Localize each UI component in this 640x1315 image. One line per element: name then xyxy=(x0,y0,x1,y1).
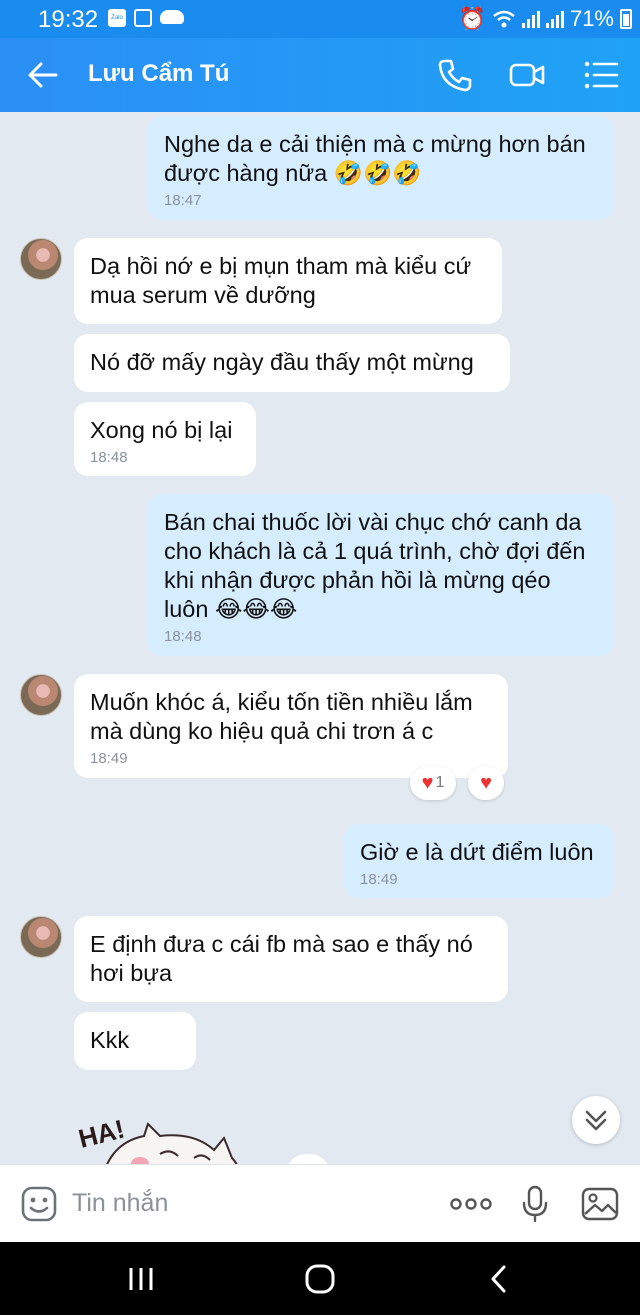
heart-icon: ♥ xyxy=(480,772,492,794)
contact-name[interactable]: Lưu Cẩm Tú xyxy=(88,60,229,88)
message-line: mua serum về dưỡng xyxy=(90,282,316,308)
cloud-icon xyxy=(160,10,184,24)
heart-icon: ♥ xyxy=(421,772,434,794)
message-time: 18:48 xyxy=(164,628,202,645)
sticker-emoji-icon[interactable] xyxy=(20,1185,58,1223)
wifi-icon xyxy=(493,10,515,28)
double-chevron-down-icon xyxy=(585,1110,607,1131)
message-incoming[interactable]: E định đưa c cái fb mà sao e thấy nó hơi… xyxy=(74,916,508,1002)
message-incoming[interactable]: Xong nó bị lại 18:48 xyxy=(74,402,256,476)
message-incoming[interactable]: Dạ hồi nớ e bị mụn tham mà kiểu cứ mua s… xyxy=(74,238,502,324)
message-line: mà dùng ko hiệu quả chi trơn á c xyxy=(90,718,434,744)
message-line: Nó đỡ mấy ngày đầu thấy một mừng xyxy=(90,349,474,375)
video-call-icon[interactable] xyxy=(508,56,546,94)
battery-level: 71% xyxy=(569,6,614,31)
message-outgoing[interactable]: Nghe da e cải thiện mà c mừng hơn bán đư… xyxy=(148,116,614,220)
message-line: Dạ hồi nớ e bị mụn tham mà kiểu cứ xyxy=(90,253,472,279)
menu-list-icon[interactable] xyxy=(582,56,620,94)
recent-apps-icon[interactable] xyxy=(126,1262,156,1296)
alarm-icon: ⏰ xyxy=(458,6,486,31)
back-nav-icon[interactable] xyxy=(486,1262,512,1296)
react-heart-button[interactable]: ♥ xyxy=(468,766,504,800)
system-nav-bar xyxy=(0,1242,640,1315)
message-line: luôn 😂😂😂 xyxy=(164,596,298,622)
signal-icon-2 xyxy=(545,10,564,28)
battery-icon xyxy=(620,9,632,29)
contact-avatar[interactable] xyxy=(20,916,62,958)
image-gallery-icon[interactable] xyxy=(580,1185,620,1223)
message-time: 18:49 xyxy=(360,871,398,888)
back-arrow-icon[interactable] xyxy=(26,58,60,92)
message-outgoing[interactable]: Bán chai thuốc lời vài chục chớ canh da … xyxy=(148,494,614,656)
status-time: 19:32 xyxy=(38,6,99,33)
message-input-bar: Tin nhắn xyxy=(0,1164,640,1242)
message-line: cho khách là cả 1 quá trình, chờ đợi đến xyxy=(164,538,586,564)
more-options-icon[interactable] xyxy=(448,1185,494,1223)
message-incoming[interactable]: Nó đỡ mấy ngày đầu thấy một mừng xyxy=(74,334,510,392)
message-line: hơi bựa xyxy=(90,960,173,986)
sticker-bubble-fragment xyxy=(286,1154,330,1164)
message-line: khi nhận được phản hồi là mừng qéo xyxy=(164,567,551,593)
reaction-count: 1 xyxy=(435,774,445,791)
cat-sticker[interactable]: HA! xyxy=(74,1102,254,1164)
message-outgoing[interactable]: Giờ e là dứt điểm luôn 18:49 xyxy=(344,824,614,898)
message-incoming[interactable]: Muốn khóc á, kiểu tốn tiền nhiều lắm mà … xyxy=(74,674,508,778)
phone-call-icon[interactable] xyxy=(436,56,474,94)
contact-avatar[interactable] xyxy=(20,238,62,280)
message-time: 18:48 xyxy=(90,449,128,466)
scroll-to-bottom-button[interactable] xyxy=(572,1096,620,1144)
message-line: Muốn khóc á, kiểu tốn tiền nhiều lắm xyxy=(90,689,473,715)
status-right: ⏰ 71% xyxy=(459,6,632,32)
message-line: Bán chai thuốc lời vài chục chớ canh da xyxy=(164,509,582,535)
status-bar: 19:32 Zalo ⏰ 71% xyxy=(0,0,640,38)
chat-header: Lưu Cẩm Tú xyxy=(0,38,640,112)
home-icon[interactable] xyxy=(302,1262,338,1296)
message-input[interactable]: Tin nhắn xyxy=(72,1189,168,1218)
signal-icon-1 xyxy=(521,10,540,28)
contact-avatar[interactable] xyxy=(20,674,62,716)
message-line: Kkk xyxy=(90,1027,130,1053)
message-line: Xong nó bị lại xyxy=(90,417,233,443)
message-line: E định đưa c cái fb mà sao e thấy nó xyxy=(90,931,473,957)
microphone-icon[interactable] xyxy=(520,1185,550,1223)
message-line: Nghe da e cải thiện mà c mừng hơn bán xyxy=(164,131,586,157)
message-line: được hàng nữa 🤣🤣🤣 xyxy=(164,160,422,186)
message-time: 18:47 xyxy=(164,192,202,209)
message-line: Giờ e là dứt điểm luôn xyxy=(360,839,594,865)
zalo-notification-icon: Zalo xyxy=(108,9,126,27)
app-notification-icon xyxy=(134,9,152,27)
message-list[interactable]: Nghe da e cải thiện mà c mừng hơn bán đư… xyxy=(0,112,640,1164)
reaction-summary[interactable]: ♥ 1 xyxy=(410,766,456,800)
message-incoming[interactable]: Kkk xyxy=(74,1012,196,1070)
